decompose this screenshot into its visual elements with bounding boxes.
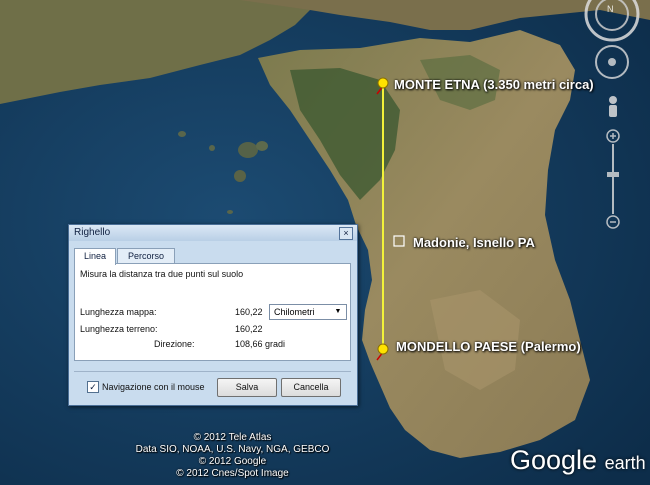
- ruler-dialog: Righello × Linea Percorso Misura la dist…: [68, 224, 358, 406]
- map-label-etna[interactable]: MONTE ETNA (3.350 metri circa): [394, 77, 594, 92]
- direction-value: 108,66 gradi: [235, 339, 286, 349]
- direction-label: Direzione:: [154, 339, 195, 349]
- tab-panel-linea: Misura la distanza tra due punti sul suo…: [74, 263, 351, 361]
- map-length-value: 160,22: [235, 307, 263, 317]
- copyright-line: © 2012 Cnes/Spot Image: [176, 468, 289, 479]
- copyright-line: © 2012 Google: [198, 456, 267, 467]
- copyright-line: © 2012 Tele Atlas: [193, 432, 272, 443]
- cancel-button[interactable]: Cancella: [281, 378, 341, 397]
- close-button[interactable]: ×: [339, 227, 353, 240]
- chevron-down-icon: ▼: [334, 308, 342, 315]
- svg-text:N: N: [607, 4, 614, 14]
- map-length-label: Lunghezza mappa:: [80, 307, 157, 317]
- logo-google: Google: [510, 445, 598, 475]
- dialog-divider: [74, 371, 351, 372]
- tab-percorso[interactable]: Percorso: [117, 248, 175, 264]
- logo-earth: earth: [604, 453, 646, 473]
- ground-length-label: Lunghezza terreno:: [80, 324, 158, 334]
- dialog-title: Righello: [74, 227, 111, 238]
- tab-linea[interactable]: Linea: [74, 248, 116, 265]
- mouse-navigation-checkbox[interactable]: ✓: [87, 381, 99, 393]
- unit-select-value: Chilometri: [274, 307, 315, 317]
- map-label-madonie[interactable]: Madonie, Isnello PA: [413, 235, 535, 250]
- ruler-description: Misura la distanza tra due punti sul suo…: [80, 269, 244, 279]
- map-label-mondello[interactable]: MONDELLO PAESE (Palermo): [396, 339, 581, 354]
- save-button[interactable]: Salva: [217, 378, 277, 397]
- ground-length-value: 160,22: [235, 324, 263, 334]
- pegman-icon[interactable]: [609, 96, 617, 117]
- copyright-line: Data SIO, NOAA, U.S. Navy, NGA, GEBCO: [135, 444, 330, 455]
- mouse-navigation-label[interactable]: Navigazione con il mouse: [102, 382, 205, 392]
- dialog-titlebar[interactable]: Righello ×: [69, 225, 357, 241]
- map-copyright: © 2012 Tele Atlas Data SIO, NOAA, U.S. N…: [0, 432, 465, 480]
- unit-select[interactable]: Chilometri ▼: [269, 304, 347, 320]
- google-earth-logo: Google earth: [510, 445, 646, 476]
